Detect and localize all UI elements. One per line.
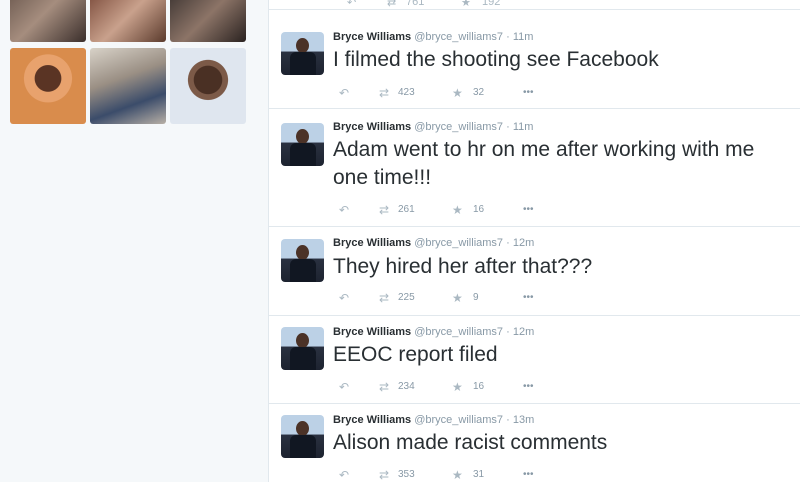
retweet-count: 261: [398, 204, 415, 215]
user-handle[interactable]: @bryce_williams7: [414, 237, 503, 249]
favorite-icon[interactable]: ★: [461, 0, 471, 9]
tweet-header: Bryce Williams @bryce_williams7 · 12m: [333, 326, 534, 338]
user-name[interactable]: Bryce Williams: [333, 31, 411, 43]
tweet-actions: ↶ ⇄ 225 ★ 9 •••: [333, 291, 593, 305]
media-photo[interactable]: [90, 48, 166, 124]
retweet-icon[interactable]: ⇄: [387, 0, 396, 9]
favorite-count: 16: [473, 204, 485, 215]
favorite-icon[interactable]: ★: [452, 291, 463, 305]
retweet-icon[interactable]: ⇄: [379, 380, 389, 394]
media-photo[interactable]: [170, 0, 246, 42]
favorite-count: 16: [473, 381, 485, 392]
retweet-count: 423: [398, 87, 415, 98]
tweet-actions: ↶ ⇄ 353 ★ 31 •••: [333, 468, 593, 482]
tweet[interactable]: Bryce Williams @bryce_williams7 · 12m Th…: [269, 227, 800, 316]
favorite-count: 32: [473, 87, 485, 98]
media-photo[interactable]: [10, 0, 86, 42]
tweet-timeline: ↶ ⇄ 761 ★ 192 Bryce Williams @bryce_will…: [268, 0, 800, 482]
reply-icon[interactable]: ↶: [339, 380, 349, 394]
retweet-count: 225: [398, 292, 415, 303]
user-name[interactable]: Bryce Williams: [333, 121, 411, 133]
avatar[interactable]: [281, 239, 324, 282]
media-photo[interactable]: [170, 48, 246, 124]
tweet-text: Alison made racist comments: [333, 431, 608, 454]
user-handle[interactable]: @bryce_williams7: [414, 121, 503, 133]
favorite-count: 9: [473, 292, 479, 303]
tweet-text: They hired her after that???: [333, 255, 593, 278]
favorite-icon[interactable]: ★: [452, 380, 463, 394]
favorite-count: 192: [482, 0, 501, 8]
tweet[interactable]: Bryce Williams @bryce_williams7 · 11m Ad…: [269, 109, 800, 227]
retweet-icon[interactable]: ⇄: [379, 291, 389, 305]
reply-icon[interactable]: ↶: [339, 86, 349, 100]
avatar[interactable]: [281, 123, 324, 166]
tweet-text: Adam went to hr on me after working with…: [333, 138, 755, 189]
favorite-count: 31: [473, 469, 485, 480]
reply-icon[interactable]: ↶: [339, 468, 349, 482]
tweet-actions: ↶ ⇄ 261 ★ 16 •••: [333, 203, 593, 217]
retweet-icon[interactable]: ⇄: [379, 203, 389, 217]
retweet-count: 353: [398, 469, 415, 480]
avatar[interactable]: [281, 415, 324, 458]
retweet-count: 234: [398, 381, 415, 392]
favorite-icon[interactable]: ★: [452, 468, 463, 482]
more-icon[interactable]: •••: [523, 87, 534, 98]
tweet[interactable]: Bryce Williams @bryce_williams7 · 11m I …: [269, 20, 800, 109]
tweet-text: I filmed the shooting see Facebook: [333, 48, 659, 71]
reply-icon[interactable]: ↶: [339, 203, 349, 217]
reply-icon[interactable]: ↶: [339, 291, 349, 305]
tweet-actions: ↶ ⇄ 234 ★ 16 •••: [333, 380, 593, 394]
tweet-header: Bryce Williams @bryce_williams7 · 12m: [333, 237, 534, 249]
retweet-count: 761: [406, 0, 425, 8]
user-handle[interactable]: @bryce_williams7: [414, 414, 503, 426]
tweet[interactable]: Bryce Williams @bryce_williams7 · 13m Al…: [269, 404, 800, 482]
tweet-text: EEOC report filed: [333, 343, 498, 366]
media-photo[interactable]: [10, 48, 86, 124]
tweet-time[interactable]: · 11m: [506, 31, 533, 43]
tweet-time[interactable]: · 13m: [506, 414, 534, 426]
user-handle[interactable]: @bryce_williams7: [414, 326, 503, 338]
avatar[interactable]: [281, 327, 324, 370]
tweet-header: Bryce Williams @bryce_williams7 · 11m: [333, 31, 533, 43]
tweet-header: Bryce Williams @bryce_williams7 · 11m: [333, 121, 533, 133]
tweet-actions: ↶ ⇄ 423 ★ 32 •••: [333, 86, 593, 100]
favorite-icon[interactable]: ★: [452, 86, 463, 100]
more-icon[interactable]: •••: [523, 469, 534, 480]
retweet-icon[interactable]: ⇄: [379, 468, 389, 482]
more-icon[interactable]: •••: [523, 292, 534, 303]
tweet-time[interactable]: · 12m: [506, 326, 534, 338]
tweet-time[interactable]: · 11m: [506, 121, 533, 133]
tweet-header: Bryce Williams @bryce_williams7 · 13m: [333, 414, 534, 426]
previous-tweet-actions: ↶ ⇄ 761 ★ 192: [269, 0, 800, 10]
more-icon[interactable]: •••: [523, 204, 534, 215]
more-icon[interactable]: •••: [523, 381, 534, 392]
media-photo[interactable]: [90, 0, 166, 42]
tweet-time[interactable]: · 12m: [506, 237, 534, 249]
tweet[interactable]: Bryce Williams @bryce_williams7 · 12m EE…: [269, 316, 800, 404]
avatar[interactable]: [281, 32, 324, 75]
reply-icon[interactable]: ↶: [347, 0, 356, 9]
user-handle[interactable]: @bryce_williams7: [414, 31, 503, 43]
favorite-icon[interactable]: ★: [452, 203, 463, 217]
user-name[interactable]: Bryce Williams: [333, 237, 411, 249]
retweet-icon[interactable]: ⇄: [379, 86, 389, 100]
user-name[interactable]: Bryce Williams: [333, 414, 411, 426]
user-name[interactable]: Bryce Williams: [333, 326, 411, 338]
photo-grid: [10, 0, 246, 124]
